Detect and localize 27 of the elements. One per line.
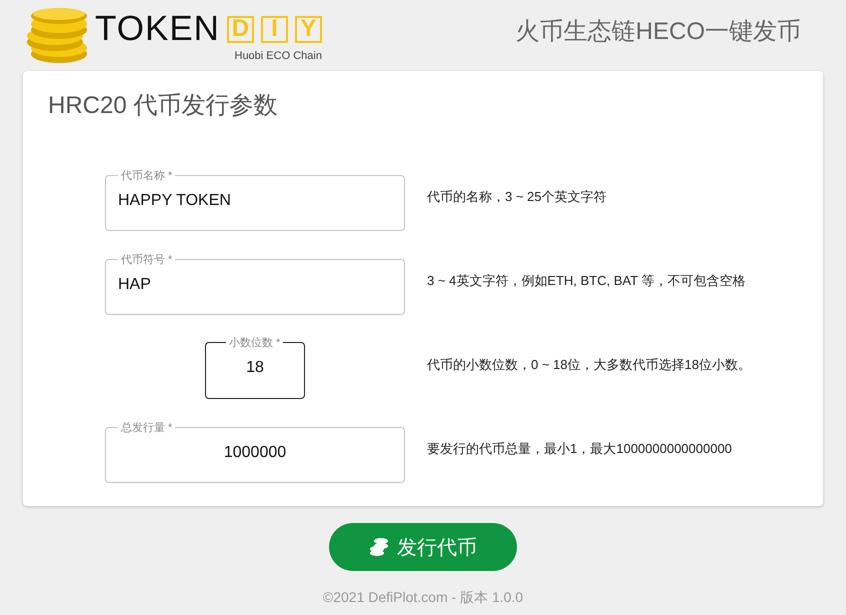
field-label: 代币符号 * bbox=[120, 252, 174, 266]
field-label: 小数位数 * bbox=[228, 336, 282, 350]
tagline: 火币生态链HECO一键发币 bbox=[516, 16, 801, 46]
logo-wordmark: TOKEN bbox=[95, 9, 220, 49]
text-field[interactable]: 代币符号 * HAP bbox=[105, 252, 405, 314]
coins-icon bbox=[369, 538, 389, 556]
field-label: 代币名称 * bbox=[120, 168, 174, 182]
text-field[interactable]: 代币名称 * HAPPY TOKEN bbox=[105, 168, 405, 230]
logo-letter: I bbox=[260, 16, 288, 42]
field-hint: 代币的名称，3 ~ 25个英文字符 bbox=[427, 188, 607, 206]
logo-letter: Y bbox=[294, 16, 322, 42]
field-hint: 代币的小数位数，0 ~ 18位，大多数代币选择18位小数。 bbox=[427, 356, 751, 374]
field-label: 总发行量 * bbox=[120, 420, 174, 434]
field-input[interactable]: 18 bbox=[218, 357, 292, 379]
footer-text: ©2021 DefiPlot.com - 版本 1.0.0 bbox=[322, 589, 524, 607]
submit-button[interactable]: 发行代币 bbox=[329, 523, 517, 571]
field-input[interactable]: HAPPY TOKEN bbox=[118, 190, 392, 212]
logo-subtitle: Huobi ECO Chain bbox=[234, 50, 322, 62]
field-hint: 要发行的代币总量，最小1，最大1000000000000000 bbox=[427, 440, 732, 458]
field-hint: 3 ~ 4英文字符，例如ETH, BTC, BAT 等，不可包含空格 bbox=[427, 272, 746, 290]
text-field[interactable]: 小数位数 * 18 bbox=[205, 335, 305, 399]
text-field[interactable]: 总发行量 * 1000000 bbox=[105, 420, 405, 482]
form-title: HRC20 代币发行参数 bbox=[48, 91, 278, 121]
field-input[interactable]: HAP bbox=[118, 274, 392, 296]
logo-letter: D bbox=[226, 16, 254, 42]
field-input[interactable]: 1000000 bbox=[118, 442, 392, 464]
coins-icon bbox=[25, 8, 89, 64]
